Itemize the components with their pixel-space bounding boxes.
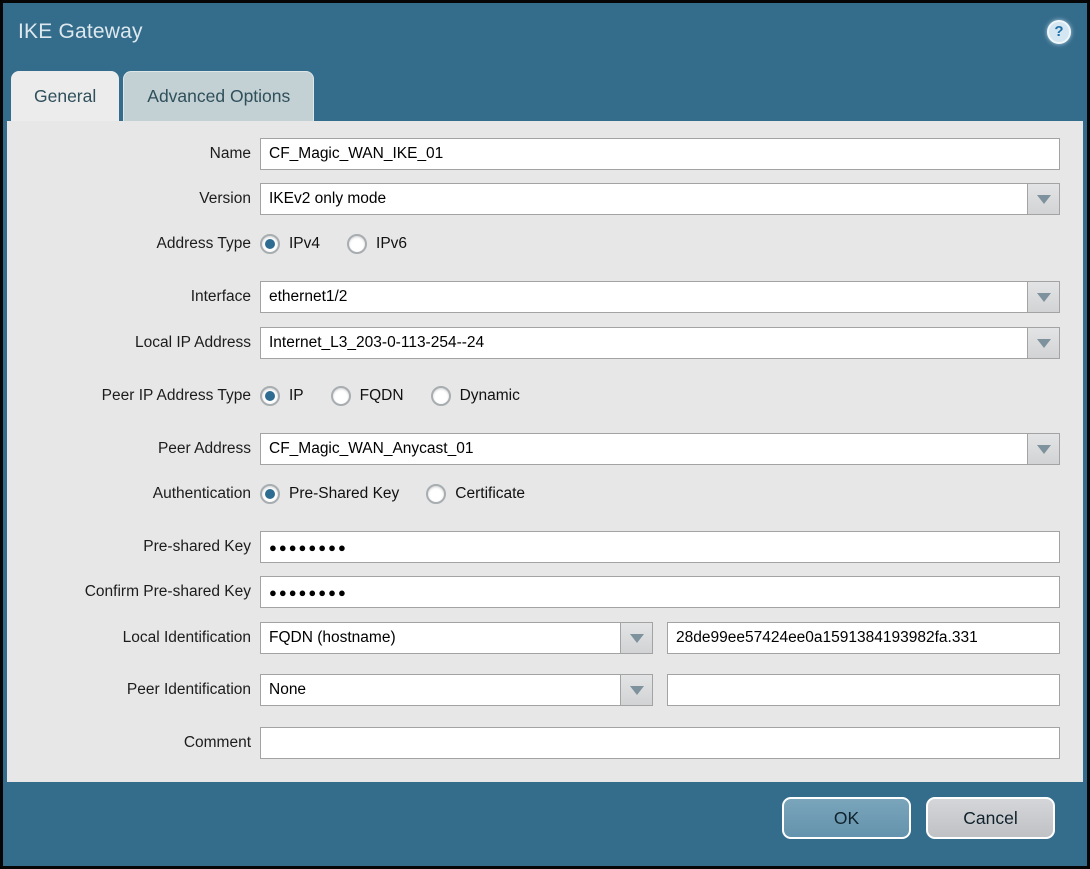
triangle-icon: [1036, 338, 1051, 348]
peer-ip-address-type-radio-group: IP FQDN Dynamic: [260, 384, 520, 408]
radio-button-icon: [347, 234, 368, 254]
peer-address-label: Peer Address: [157, 440, 251, 457]
help-icon[interactable]: ?: [1047, 19, 1071, 44]
confirm-pre-shared-key-row: Confirm Pre-shared Key: [7, 576, 1060, 608]
interface-value: ethernet1/2: [269, 288, 348, 305]
local-ip-address-dropdown[interactable]: Internet_L3_203-0-113-254--24: [260, 327, 1060, 359]
local-ip-address-row: Local IP Address Internet_L3_203-0-113-2…: [7, 327, 1060, 359]
pre-shared-key-row: Pre-shared Key: [7, 531, 1060, 563]
local-identification-row: Local Identification FQDN (hostname): [7, 622, 1060, 654]
comment-row: Comment: [7, 727, 1060, 759]
peer-address-row: Peer Address CF_Magic_WAN_Anycast_01: [7, 433, 1060, 465]
radio-button-icon: [426, 484, 447, 504]
local-identification-value-input[interactable]: [667, 622, 1060, 654]
radio-button-icon: [260, 234, 280, 254]
cancel-button[interactable]: Cancel: [926, 797, 1055, 839]
chevron-down-icon[interactable]: [1027, 434, 1059, 464]
chevron-down-icon[interactable]: [1027, 328, 1059, 358]
ok-button[interactable]: OK: [782, 797, 911, 839]
radio-ipv6[interactable]: IPv6: [347, 234, 407, 254]
tab-strip: General Advanced Options: [3, 60, 1087, 121]
chevron-down-icon[interactable]: [1027, 282, 1059, 312]
local-ip-address-value: Internet_L3_203-0-113-254--24: [269, 334, 485, 351]
radio-certificate[interactable]: Certificate: [426, 484, 525, 504]
radio-button-icon: [430, 386, 451, 406]
name-row: Name: [7, 138, 1060, 170]
comment-label: Comment: [183, 734, 251, 751]
general-tab-panel: Name Version IKEv2 only mode Address Typ…: [7, 121, 1083, 782]
radio-dynamic[interactable]: Dynamic: [430, 386, 520, 406]
triangle-icon: [629, 633, 644, 643]
radio-fqdn[interactable]: FQDN: [330, 386, 404, 406]
peer-identification-type-dropdown[interactable]: None: [260, 674, 653, 706]
version-value: IKEv2 only mode: [269, 190, 387, 207]
radio-button-icon: [260, 386, 280, 406]
authentication-radio-group: Pre-Shared Key Certificate: [260, 482, 525, 506]
title-bar: IKE Gateway ?: [3, 3, 1087, 60]
radio-ipv4-label: IPv4: [289, 235, 321, 252]
name-label: Name: [209, 145, 251, 162]
radio-dynamic-label: Dynamic: [459, 387, 520, 404]
chevron-down-icon[interactable]: [1027, 184, 1059, 214]
confirm-pre-shared-key-input[interactable]: [260, 576, 1060, 608]
peer-ip-address-type-row: Peer IP Address Type IP FQDN Dynamic: [7, 384, 1060, 408]
name-input[interactable]: [260, 138, 1060, 170]
radio-pre-shared-key[interactable]: Pre-Shared Key: [260, 484, 399, 504]
pre-shared-key-label: Pre-shared Key: [143, 538, 251, 555]
radio-pre-shared-key-label: Pre-Shared Key: [289, 485, 400, 502]
local-identification-type-dropdown[interactable]: FQDN (hostname): [260, 622, 653, 654]
peer-identification-label: Peer Identification: [126, 681, 251, 698]
radio-certificate-label: Certificate: [455, 485, 526, 502]
tab-advanced-options[interactable]: Advanced Options: [123, 71, 315, 121]
local-identification-label: Local Identification: [122, 629, 251, 646]
interface-label: Interface: [190, 288, 251, 305]
radio-fqdn-label: FQDN: [359, 387, 404, 404]
tab-general[interactable]: General: [11, 71, 120, 121]
authentication-label: Authentication: [152, 485, 251, 502]
authentication-row: Authentication Pre-Shared Key Certificat…: [7, 482, 1060, 506]
interface-dropdown[interactable]: ethernet1/2: [260, 281, 1060, 313]
peer-identification-value-input[interactable]: [667, 674, 1060, 706]
radio-ip[interactable]: IP: [260, 386, 304, 406]
pre-shared-key-input[interactable]: [260, 531, 1060, 563]
triangle-icon: [629, 685, 644, 695]
triangle-icon: [1036, 292, 1051, 302]
peer-identification-type-value: None: [269, 681, 307, 698]
peer-address-value: CF_Magic_WAN_Anycast_01: [269, 440, 474, 457]
chevron-down-icon[interactable]: [620, 623, 652, 653]
chevron-down-icon[interactable]: [620, 675, 652, 705]
radio-ip-label: IP: [289, 387, 304, 404]
triangle-icon: [1036, 194, 1051, 204]
ike-gateway-dialog: IKE Gateway ? General Advanced Options N…: [0, 0, 1090, 869]
dialog-title: IKE Gateway: [18, 19, 143, 43]
version-row: Version IKEv2 only mode: [7, 183, 1060, 215]
radio-button-icon: [330, 386, 351, 406]
tab-general-label: General: [34, 85, 97, 106]
local-identification-type-value: FQDN (hostname): [269, 629, 396, 646]
confirm-pre-shared-key-label: Confirm Pre-shared Key: [84, 583, 251, 600]
address-type-row: Address Type IPv4 IPv6: [7, 232, 1060, 256]
version-dropdown[interactable]: IKEv2 only mode: [260, 183, 1060, 215]
address-type-label: Address Type: [156, 235, 252, 252]
radio-ipv4[interactable]: IPv4: [260, 234, 320, 254]
peer-address-dropdown[interactable]: CF_Magic_WAN_Anycast_01: [260, 433, 1060, 465]
address-type-radio-group: IPv4 IPv6: [260, 232, 407, 256]
radio-ipv6-label: IPv6: [376, 235, 408, 252]
comment-input[interactable]: [260, 727, 1060, 759]
radio-button-icon: [260, 484, 280, 504]
tab-advanced-options-label: Advanced Options: [147, 86, 291, 106]
interface-row: Interface ethernet1/2: [7, 281, 1060, 313]
peer-ip-address-type-label: Peer IP Address Type: [101, 387, 251, 404]
local-ip-address-label: Local IP Address: [134, 334, 251, 351]
dialog-footer: OK Cancel: [3, 782, 1087, 866]
version-label: Version: [199, 190, 251, 207]
peer-identification-row: Peer Identification None: [7, 674, 1060, 706]
triangle-icon: [1036, 444, 1051, 454]
